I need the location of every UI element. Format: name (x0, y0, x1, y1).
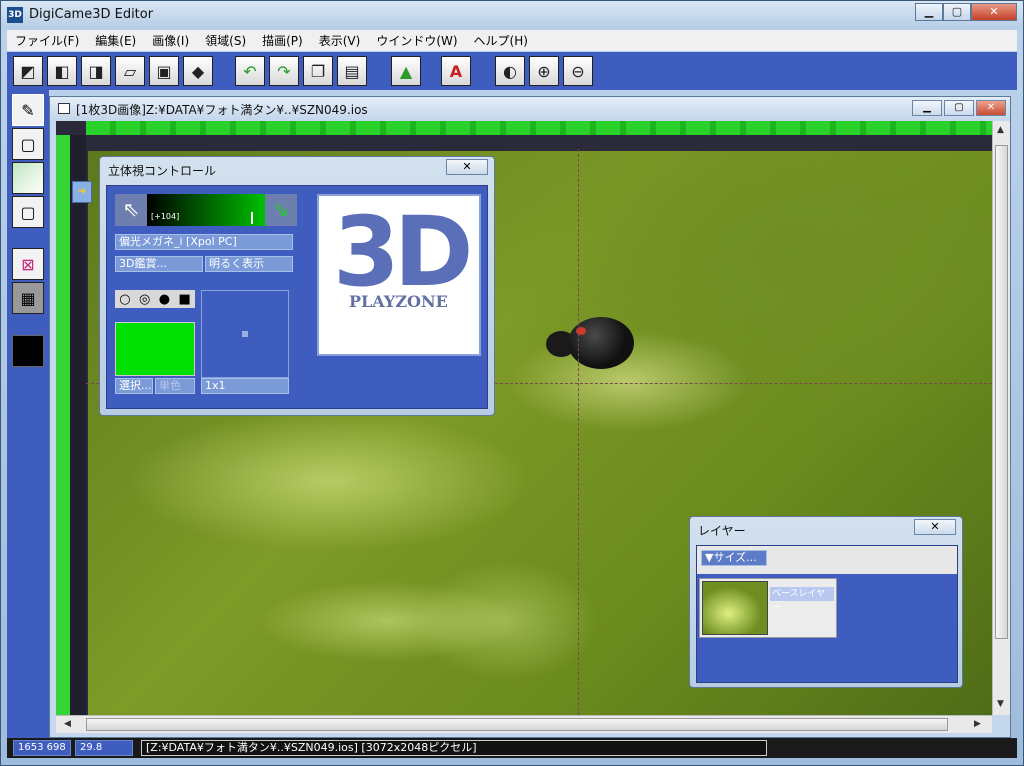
new-icon[interactable]: ◩ (13, 56, 43, 86)
print-icon[interactable]: ◆ (183, 56, 213, 86)
dot-size-selector[interactable]: ○ ◎ ● ■ (115, 290, 195, 308)
layer-panel: レイヤー ✕ ▼サイズ... ベースレイヤー (689, 516, 963, 688)
color-swatch[interactable] (12, 335, 44, 367)
redo-icon[interactable]: ↷ (269, 56, 299, 86)
title-bar[interactable]: 3D DigiCame3D Editor ▁ ▢ ✕ (1, 1, 1023, 29)
vertical-scroll-thumb[interactable] (995, 145, 1008, 639)
save-icon[interactable]: ▣ (149, 56, 179, 86)
menu-bar: ファイル(F) 編集(E) 画像(I) 領域(S) 描画(P) 表示(V) ウイ… (7, 30, 1017, 51)
tool-palette: ✎ ▢ ▢ ⊠ ▦ (7, 90, 49, 738)
scroll-left-icon[interactable]: ◀ (64, 719, 71, 729)
menu-help[interactable]: ヘルプ(H) (466, 32, 536, 49)
stereo-panel-title: 立体視コントロール (108, 164, 217, 178)
layer-item[interactable]: ベースレイヤー (699, 578, 837, 638)
slider-thumb[interactable] (251, 212, 253, 224)
3d-view-button[interactable]: 3D鑑賞... (115, 256, 203, 272)
layer-toolbar: ▼サイズ... (697, 546, 957, 574)
menu-file[interactable]: ファイル(F) (7, 32, 87, 49)
top-ruler (86, 121, 992, 135)
deselect-icon[interactable]: ⊠ (12, 248, 44, 280)
position-pad[interactable] (201, 290, 289, 378)
dot-square-icon[interactable]: ■ (178, 292, 190, 307)
status-value: 29.8 (75, 740, 133, 756)
size-button[interactable]: ▼サイズ... (701, 550, 767, 566)
app-icon: 3D (7, 7, 23, 23)
select-color-button[interactable]: 選択... (115, 378, 153, 394)
frame-icon[interactable]: ▢ (12, 196, 44, 228)
status-bar: 1653 698 29.8 [Z:¥DATA¥フォト満タン¥..¥SZN049.… (7, 738, 1017, 758)
left-ruler-band (70, 135, 86, 715)
menu-selection[interactable]: 領域(S) (197, 32, 254, 49)
vertical-scrollbar[interactable]: ▲ ▼ (992, 121, 1010, 715)
logo-sub: PLAYZONE (349, 292, 448, 311)
parallax-value: [+104] (151, 212, 180, 221)
document-title-bar[interactable]: [1枚3D画像]Z:¥DATA¥フォト満タン¥..¥SZN049.ios ▁ ▢… (50, 97, 1010, 119)
minimize-button[interactable]: ▁ (915, 3, 943, 21)
zoom-in-icon[interactable]: ⊕ (529, 56, 559, 86)
doc-maximize-button[interactable]: ▢ (944, 100, 974, 116)
layer-thumbnail (702, 581, 768, 635)
mono-color-button[interactable]: 単色 (155, 378, 195, 394)
layer-panel-close-button[interactable]: ✕ (914, 519, 956, 535)
crop-icon[interactable]: ▦ (12, 282, 44, 314)
doc-close-button[interactable]: ✕ (976, 100, 1006, 116)
app-window: 3D DigiCame3D Editor ▁ ▢ ✕ ファイル(F) 編集(E)… (0, 0, 1024, 766)
menu-edit[interactable]: 編集(E) (87, 32, 144, 49)
zoom-out-icon[interactable]: ⊖ (563, 56, 593, 86)
status-message: [Z:¥DATA¥フォト満タン¥..¥SZN049.ios] [3072x204… (141, 740, 767, 756)
color-preview[interactable] (115, 322, 195, 376)
pencil-icon[interactable]: ✎ (12, 94, 44, 126)
horizontal-scrollbar[interactable]: ◀ ▶ (56, 715, 992, 733)
upload-icon[interactable]: ▲ (391, 56, 421, 86)
dot-large-icon[interactable]: ● (159, 292, 170, 307)
scroll-right-icon[interactable]: ▶ (974, 719, 981, 729)
bright-display-button[interactable]: 明るく表示 (205, 256, 293, 272)
top-ruler-band (72, 135, 992, 149)
window-title: DigiCame3D Editor (29, 7, 154, 22)
arrow-left-icon[interactable]: ⇖ (115, 194, 147, 226)
status-coords: 1653 698 (13, 740, 71, 756)
dot-medium-icon[interactable]: ◎ (139, 292, 150, 307)
dot-small-icon[interactable]: ○ (119, 292, 130, 307)
arrow-right-icon[interactable]: ⇘ (265, 194, 297, 226)
stereo-panel-close-button[interactable]: ✕ (446, 159, 488, 175)
clipboard-icon[interactable]: ▤ (337, 56, 367, 86)
menu-image[interactable]: 画像(I) (144, 32, 197, 49)
parallax-slider[interactable]: [+104] (147, 194, 265, 226)
undo-icon[interactable]: ↶ (235, 56, 265, 86)
horizontal-scroll-thumb[interactable] (86, 718, 948, 731)
scroll-down-icon[interactable]: ▼ (997, 699, 1004, 709)
rectangle-icon[interactable]: ▢ (12, 128, 44, 160)
scroll-up-icon[interactable]: ▲ (997, 125, 1004, 135)
menu-view[interactable]: 表示(V) (311, 32, 369, 49)
paste-icon[interactable]: ◨ (81, 56, 111, 86)
scale-field[interactable]: 1x1 (201, 378, 289, 394)
document-icon (58, 103, 70, 114)
polarized-glasses-button[interactable]: 偏光メガネ_i [Xpol PC] (115, 234, 293, 250)
menu-draw[interactable]: 描画(P) (254, 32, 311, 49)
gradient-icon[interactable] (12, 162, 44, 194)
maximize-button[interactable]: ▢ (943, 3, 971, 21)
document-title: [1枚3D画像]Z:¥DATA¥フォト満タン¥..¥SZN049.ios (76, 103, 368, 117)
close-button[interactable]: ✕ (971, 3, 1017, 21)
text-icon[interactable]: A (441, 56, 471, 86)
duplicate-icon[interactable]: ❐ (303, 56, 333, 86)
copy-icon[interactable]: ◧ (47, 56, 77, 86)
open-icon[interactable]: ▱ (115, 56, 145, 86)
toolbar: ◩ ◧ ◨ ▱ ▣ ◆ ↶ ↷ ❐ ▤ ▲ A ◐ ⊕ ⊖ (7, 52, 1017, 90)
position-marker-icon[interactable]: ➔ (72, 181, 92, 203)
menu-window[interactable]: ウインドウ(W) (368, 32, 465, 49)
stereo-view-icon[interactable]: ◐ (495, 56, 525, 86)
layer-panel-body: ▼サイズ... ベースレイヤー (696, 545, 958, 683)
stereo-control-panel: 立体視コントロール ✕ ⇖ [+104] ⇘ 偏光メガネ_i [Xpol PC]… (99, 156, 495, 416)
vertical-guide[interactable] (578, 149, 579, 715)
doc-minimize-button[interactable]: ▁ (912, 100, 942, 116)
left-ruler (56, 135, 70, 715)
stereo-panel-body: ⇖ [+104] ⇘ 偏光メガネ_i [Xpol PC] 3D鑑賞... 明るく… (106, 185, 488, 409)
position-pad-dot[interactable] (242, 331, 248, 337)
layer-name[interactable]: ベースレイヤー (770, 587, 834, 613)
3d-logo-preview: 3D PLAYZONE (317, 194, 481, 356)
layer-panel-title: レイヤー (698, 524, 746, 538)
